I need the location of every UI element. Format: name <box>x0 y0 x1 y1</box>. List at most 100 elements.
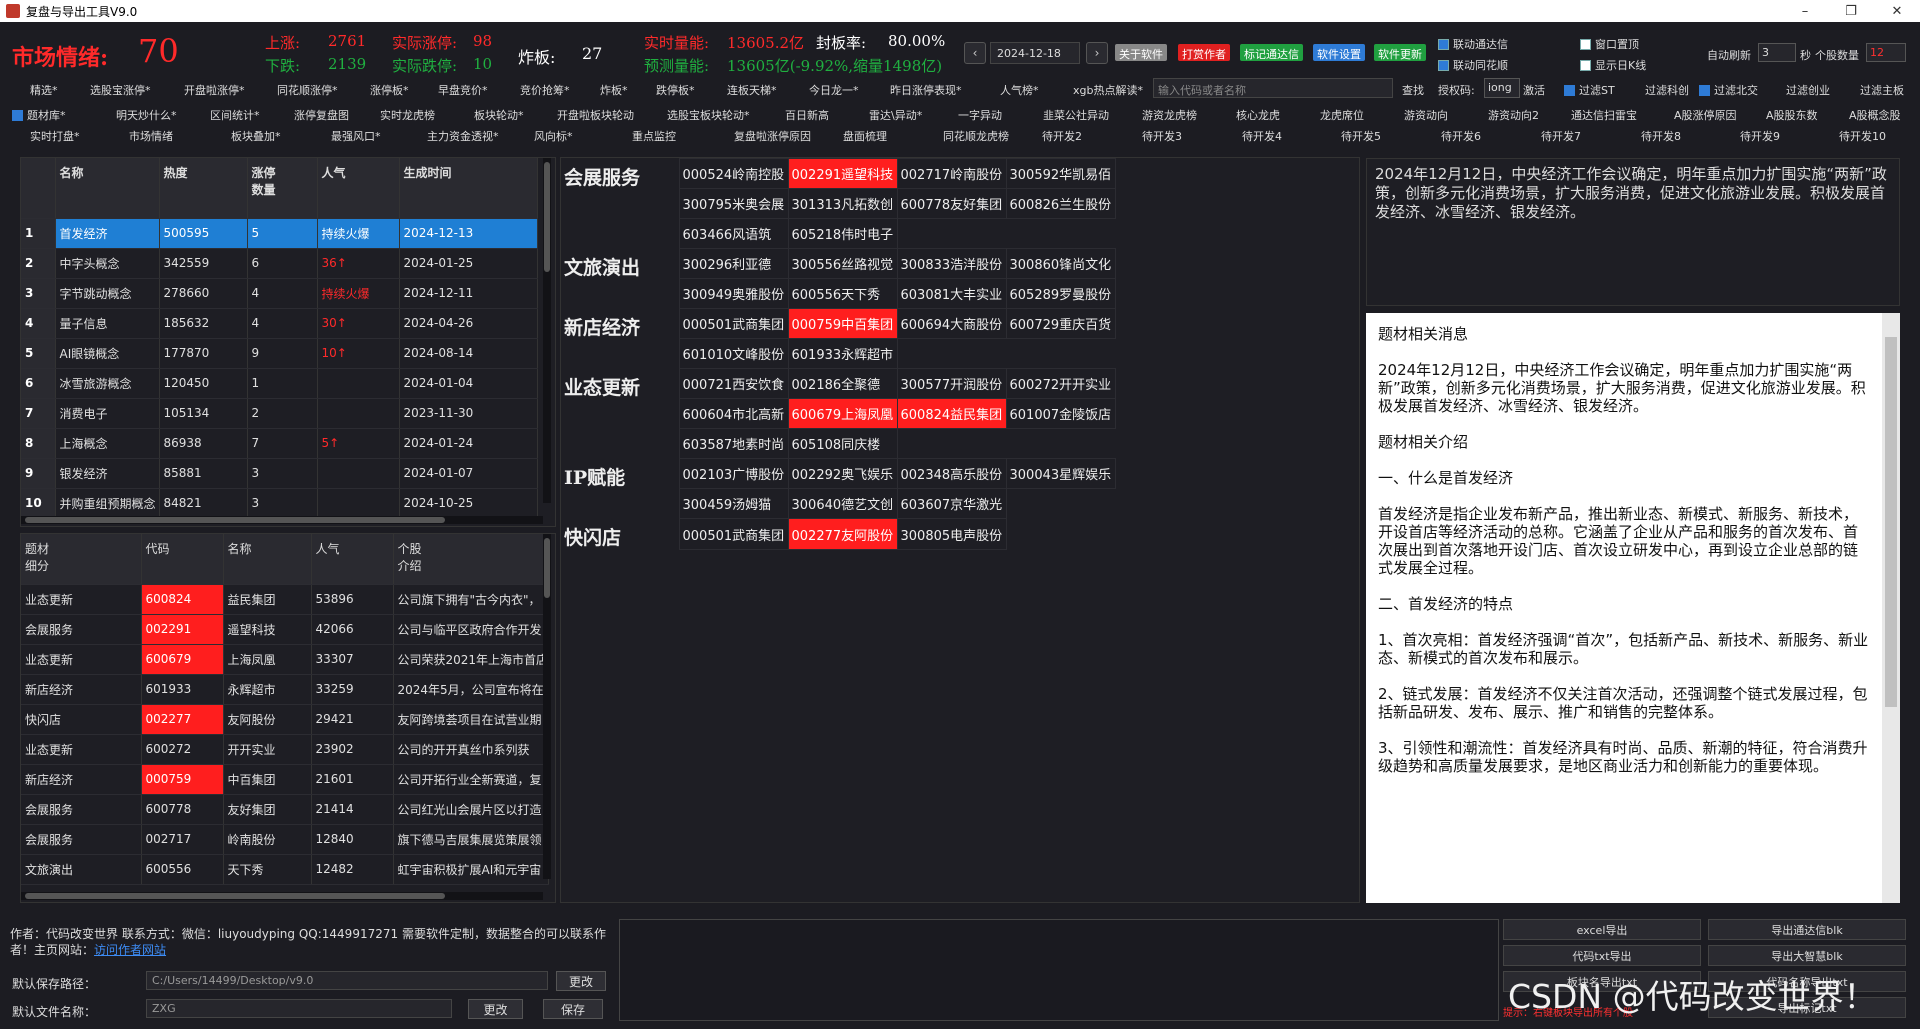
stock-cell[interactable]: 601933永辉超市 <box>787 338 898 369</box>
menu-item[interactable]: 韭菜公社异动 <box>1043 107 1109 123</box>
menu-item[interactable]: 板块轮动* <box>474 107 524 123</box>
scrollbar-thumb[interactable] <box>25 893 445 899</box>
table-row[interactable]: 3 字节跳动概念 278660 4 持续火爆 2024-12-11 <box>21 278 538 309</box>
stock-cell[interactable]: 300833浩洋股份 <box>896 248 1007 279</box>
stock-cell[interactable]: 300949奥雅股份 <box>678 278 789 309</box>
column-header[interactable]: 生成时间 <box>399 158 538 219</box>
table-row[interactable]: 文旅演出 600556 天下秀 12482 虹宇宙积极扩展AI和元宇宙 <box>21 854 550 885</box>
close-button[interactable]: ✕ <box>1874 0 1920 22</box>
stock-cell[interactable]: 600778友好集团 <box>896 188 1007 219</box>
stock-cell[interactable]: 600824益民集团 <box>896 398 1007 429</box>
menu-item[interactable]: 同花顺龙虎榜 <box>943 128 1009 144</box>
stock-cell[interactable]: 002348高乐股份 <box>896 458 1007 489</box>
about-button[interactable]: 关于软件 <box>1115 44 1167 61</box>
menu-item[interactable]: 今日龙一* <box>809 82 859 98</box>
table-row[interactable]: 新店经济 000759 中百集团 21601 公司开拓行业全新赛道，复 <box>21 764 550 795</box>
menu-item[interactable]: 板块叠加* <box>231 128 281 144</box>
filter-zb-checkbox[interactable]: 过滤主板 <box>1845 82 1904 98</box>
horizontal-scrollbar[interactable] <box>21 892 543 900</box>
date-input[interactable]: 2024-12-18 <box>990 42 1080 64</box>
search-button[interactable]: 查找 <box>1402 82 1424 98</box>
menu-item[interactable]: 龙虎席位 <box>1320 107 1364 123</box>
stock-cell[interactable]: 002277友阿股份 <box>787 518 898 550</box>
menu-item[interactable]: 百日新高 <box>785 107 829 123</box>
donate-button[interactable]: 打赏作者 <box>1178 44 1230 61</box>
stock-cell[interactable]: 002291遥望科技 <box>787 158 898 189</box>
menu-item[interactable]: A股涨停原因 <box>1674 107 1737 123</box>
stock-cell[interactable]: 300577开润股份 <box>896 368 1007 399</box>
table-row[interactable]: 2 中字头概念 342559 6 36↑ 2024-01-25 <box>21 248 538 279</box>
stock-cell[interactable]: 603466风语筑 <box>678 218 789 249</box>
column-header[interactable]: 名称 <box>55 158 160 219</box>
column-header[interactable]: 个股 介绍 <box>393 534 550 585</box>
next-date-button[interactable]: › <box>1086 42 1108 64</box>
menu-item[interactable]: 连板天梯* <box>727 82 777 98</box>
menu-item[interactable]: 市场情绪 <box>129 128 173 144</box>
stock-cell[interactable]: 600272开开实业 <box>1005 368 1116 399</box>
menu-item[interactable]: 最强风口* <box>331 128 381 144</box>
scrollbar-thumb[interactable] <box>544 538 550 598</box>
settings-button[interactable]: 软件设置 <box>1313 44 1365 61</box>
stock-cell[interactable]: 300043星辉娱乐 <box>1005 458 1116 489</box>
menu-item[interactable]: 通达信扫雷宝 <box>1571 107 1637 123</box>
menu-item[interactable]: 复盘啦涨停原因 <box>734 128 811 144</box>
menu-item[interactable]: 精选* <box>30 82 58 98</box>
stock-cell[interactable]: 002103广博股份 <box>678 458 789 489</box>
stock-count-input[interactable]: 12 <box>1866 43 1906 62</box>
menu-item[interactable]: xgb热点解读* <box>1073 82 1143 98</box>
menu-item[interactable]: 实时打盘* <box>30 128 80 144</box>
window-top-checkbox[interactable]: 窗口置顶 <box>1580 36 1639 52</box>
menu-item[interactable]: 重点监控 <box>632 128 676 144</box>
column-header[interactable]: 涨停 数量 <box>247 158 318 219</box>
table-row[interactable]: 1 首发经济 500595 5 持续火爆 2024-12-13 <box>21 218 538 249</box>
group-name[interactable]: IP赋能 <box>561 459 679 519</box>
menu-item[interactable]: 核心龙虎 <box>1236 107 1280 123</box>
menu-item[interactable]: 待开发4 <box>1242 128 1282 144</box>
menu-item[interactable]: 待开发6 <box>1441 128 1481 144</box>
menu-item[interactable]: 待开发10 <box>1839 128 1886 144</box>
change-name-button[interactable]: 更改 <box>468 999 523 1019</box>
table-row[interactable]: 业态更新 600824 益民集团 53896 公司旗下拥有"古今内衣"， <box>21 584 550 615</box>
auth-code-input[interactable]: iong <box>1484 78 1520 98</box>
menu-item[interactable]: 炸板* <box>600 82 628 98</box>
stock-cell[interactable]: 600694大商股份 <box>896 308 1007 339</box>
table-row[interactable]: 会展服务 002717 岭南股份 12840 旗下德马吉展集展览策展领 <box>21 824 550 855</box>
file-name-input[interactable]: ZXG <box>146 999 452 1018</box>
menu-item[interactable]: 涨停板* <box>370 82 409 98</box>
mark-tdx-button[interactable]: 标记通达信 <box>1240 44 1303 61</box>
menu-item[interactable]: 待开发9 <box>1740 128 1780 144</box>
table-row[interactable]: 快闪店 002277 友阿股份 29421 友阿跨境荟项目在试营业期 <box>21 704 550 735</box>
stock-cell[interactable]: 002186全聚德 <box>787 368 898 399</box>
table-row[interactable]: 会展服务 600778 友好集团 21414 公司红光山会展片区以打造 <box>21 794 550 825</box>
scrollbar-thumb[interactable] <box>25 517 445 523</box>
menu-item[interactable]: 待开发5 <box>1341 128 1381 144</box>
table-row[interactable]: 会展服务 002291 遥望科技 42066 公司与临平区政府合作开发 <box>21 614 550 645</box>
menu-item[interactable]: 实时龙虎榜 <box>380 107 435 123</box>
column-header[interactable]: 人气 <box>311 534 394 585</box>
menu-item[interactable]: 选股宝板块轮动* <box>667 107 750 123</box>
menu-item[interactable]: 开盘啦涨停* <box>184 82 245 98</box>
stock-cell[interactable]: 605108同庆楼 <box>787 428 898 459</box>
table-row[interactable]: 业态更新 600272 开开实业 23902 公司的开开真丝巾系列获 <box>21 734 550 765</box>
stock-cell[interactable]: 603081大丰实业 <box>896 278 1007 309</box>
stock-cell[interactable]: 600679上海凤凰 <box>787 398 898 429</box>
save-path-input[interactable]: C:/Users/14499/Desktop/v9.0 <box>146 971 548 990</box>
table-row[interactable]: 6 冰雪旅游概念 120450 1 2024-01-04 <box>21 368 538 399</box>
save-button[interactable]: 保存 <box>543 999 603 1019</box>
table-row[interactable]: 8 上海概念 86938 7 5↑ 2024-01-24 <box>21 428 538 459</box>
table-row[interactable]: 9 银发经济 85881 3 2024-01-07 <box>21 458 538 489</box>
stock-cell[interactable]: 300640德艺文创 <box>787 488 898 519</box>
stock-cell[interactable]: 600826兰生股份 <box>1005 188 1116 219</box>
menu-item[interactable]: 竞价抢筹* <box>520 82 570 98</box>
vertical-scrollbar[interactable] <box>543 158 551 503</box>
menu-item[interactable]: 主力资金透视* <box>427 128 499 144</box>
menu-item[interactable]: 雷达\异动* <box>869 107 922 123</box>
menu-item[interactable]: 选股宝涨停* <box>90 82 151 98</box>
group-name[interactable]: 快闪店 <box>561 519 679 550</box>
stock-cell[interactable]: 300296利亚德 <box>678 248 789 279</box>
menu-item[interactable]: 游资龙虎榜 <box>1142 107 1197 123</box>
stock-cell[interactable]: 600604市北高新 <box>678 398 789 429</box>
menu-item[interactable]: 风向标* <box>534 128 573 144</box>
stock-cell[interactable]: 300556丝路视觉 <box>787 248 898 279</box>
filter-st-checkbox[interactable]: 过滤ST <box>1564 82 1615 98</box>
